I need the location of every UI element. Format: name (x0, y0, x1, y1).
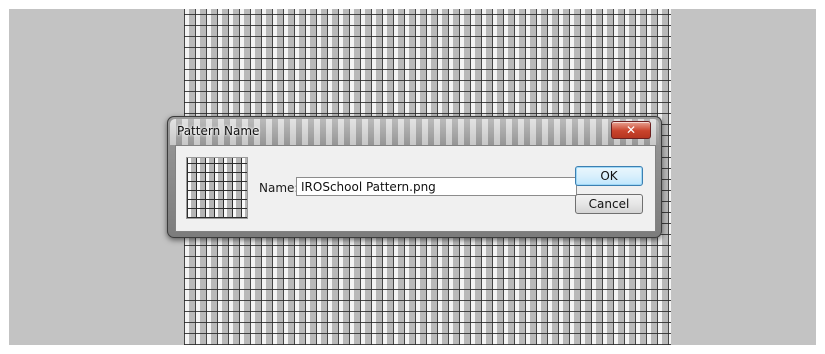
close-icon: ✕ (625, 123, 637, 137)
dialog-title: Pattern Name (177, 124, 260, 138)
close-button[interactable]: ✕ (611, 121, 651, 139)
name-input[interactable] (296, 177, 577, 196)
pattern-thumbnail (186, 157, 248, 219)
name-label: Name: (259, 181, 299, 195)
dialog-title-bar[interactable]: Pattern Name ✕ (170, 119, 659, 145)
cancel-button[interactable]: Cancel (575, 194, 643, 214)
ok-button[interactable]: OK (575, 166, 643, 186)
pattern-name-dialog: Pattern Name ✕ Name: OK Cancel (167, 116, 662, 238)
dialog-body: Name: OK Cancel (175, 145, 656, 232)
